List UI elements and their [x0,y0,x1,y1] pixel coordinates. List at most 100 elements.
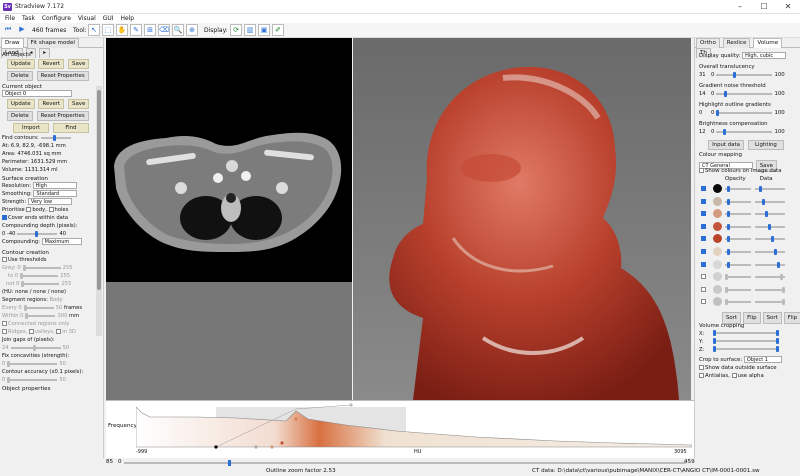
colour-enable-checkbox[interactable] [701,198,706,204]
current-object-select[interactable]: Object 0 [2,90,72,97]
data-slider[interactable] [755,261,785,268]
tab-fit-shape-model[interactable]: Fit shape model [26,38,79,48]
every-slider[interactable] [23,304,54,311]
crop-surface-select[interactable]: Object 1 [743,355,782,363]
colour-map-row[interactable] [699,259,797,272]
opacity-flip-button[interactable]: Flip [743,311,761,324]
opacity-slider[interactable] [725,198,751,205]
reset-object-properties-button[interactable]: Reset Properties [36,111,89,121]
find-button[interactable]: Find [52,123,89,133]
split-view-icon[interactable]: ▥ [244,24,256,36]
colour-enable-checkbox[interactable] [701,211,706,217]
colour-enable-checkbox[interactable] [701,248,706,254]
skip-back-icon[interactable]: ⏮ [2,24,14,36]
colour-swatch[interactable] [713,259,722,269]
colour-enable-checkbox[interactable] [701,286,706,292]
hand-tool-icon[interactable]: ✋ [116,24,128,36]
find-contours-slider[interactable] [40,134,71,141]
histogram-plot[interactable] [136,403,692,449]
pointer-tool-icon[interactable]: ↖ [88,24,100,36]
ct-slice-view[interactable] [106,38,352,282]
not-slider[interactable] [21,280,60,287]
opacity-slider[interactable] [725,186,751,192]
opacity-slider[interactable] [725,261,751,268]
data-slider[interactable] [755,236,785,243]
data-slider[interactable] [755,274,785,281]
update-object-button[interactable]: Update [7,99,35,109]
data-flip-button[interactable]: Flip [783,311,800,324]
colour-map-row[interactable] [699,271,797,284]
cover-ends-checkbox[interactable] [2,215,7,220]
frame-slider[interactable] [124,460,686,466]
colour-swatch[interactable] [713,272,722,282]
colour-swatch[interactable] [713,246,722,256]
compounding-depth-slider[interactable] [17,230,58,237]
opacity-slider[interactable] [725,223,751,230]
colour-map-row[interactable] [699,296,797,309]
fix-concavities-slider[interactable] [7,360,58,367]
gradient-noise-slider[interactable] [716,90,773,97]
play-icon[interactable]: ▶ [16,24,28,36]
colour-enable-checkbox[interactable] [701,299,706,305]
left-panel-scrollbar[interactable] [96,86,102,336]
holes-checkbox[interactable] [48,207,54,212]
crop-z-slider[interactable] [713,346,779,353]
colour-enable-checkbox[interactable] [701,223,706,229]
colour-map-row[interactable] [699,183,797,196]
opacity-slider[interactable] [725,211,751,218]
save-object-button[interactable]: Save [68,99,90,109]
connected-checkbox[interactable] [2,321,7,326]
colour-swatch[interactable] [713,184,722,193]
colour-map-row[interactable] [699,284,797,297]
colour-enable-checkbox[interactable] [701,236,706,242]
data-sort-button[interactable]: Sort [762,311,782,324]
opacity-slider[interactable] [725,286,751,293]
maximize-button[interactable]: ☐ [752,0,776,14]
colour-map-row[interactable] [699,221,797,234]
opacity-slider[interactable] [725,299,751,306]
pencil-tool-icon[interactable]: ✎ [130,24,142,36]
data-slider[interactable] [755,286,785,293]
refresh-display-icon[interactable]: ⟳ [230,24,242,36]
menu-help[interactable]: Help [120,14,134,23]
save-all-button[interactable]: Save [68,59,90,69]
colour-swatch[interactable] [713,196,722,206]
show-outside-checkbox[interactable] [699,364,704,370]
colour-enable-checkbox[interactable] [701,186,706,191]
opacity-slider[interactable] [725,248,751,255]
data-slider[interactable] [755,248,785,255]
colour-swatch[interactable] [713,221,722,231]
colour-swatch[interactable] [713,297,722,307]
ridges-checkbox[interactable] [2,329,7,334]
crop-y-slider[interactable] [713,338,779,345]
strength-select[interactable]: Very low [27,198,72,205]
crop-x-slider[interactable] [713,330,779,337]
use-thresholds-checkbox[interactable] [2,257,7,262]
colour-map-row[interactable] [699,246,797,259]
eraser-tool-icon[interactable]: ⌫ [158,24,170,36]
menu-task[interactable]: Task [22,14,35,23]
menu-visual[interactable]: Visual [78,14,96,23]
tab-volume[interactable]: Volume [753,38,783,48]
colour-swatch[interactable] [713,234,722,244]
use-alpha-checkbox[interactable] [731,372,737,378]
data-slider[interactable] [755,186,785,192]
pan-zoom-tool-icon[interactable]: ⊕ [186,24,198,36]
opacity-slider[interactable] [725,274,751,281]
tab-draw[interactable]: Draw [1,38,24,48]
body-checkbox[interactable] [26,207,32,212]
menu-configure[interactable]: Configure [42,14,71,23]
colour-map-row[interactable] [699,233,797,246]
minimize-button[interactable]: – [728,0,752,14]
data-slider[interactable] [755,198,785,205]
menu-file[interactable]: File [5,14,15,23]
import-button[interactable]: Import [13,123,49,133]
colour-swatch[interactable] [713,284,722,294]
highlight-gradients-slider[interactable] [716,109,773,116]
measure-tool-icon[interactable]: ⊞ [144,24,156,36]
input-data-button[interactable]: Input data [708,140,744,150]
update-all-button[interactable]: Update [7,59,35,69]
colour-enable-checkbox[interactable] [701,274,706,280]
smoothing-select[interactable]: Standard [33,190,78,197]
colour-swatch[interactable] [713,209,722,219]
